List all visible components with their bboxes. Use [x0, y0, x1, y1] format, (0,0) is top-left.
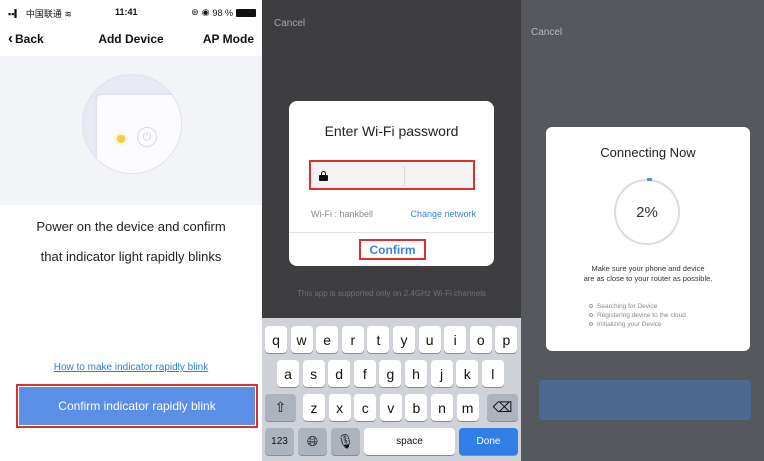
device-illustration-area: ⏻ [0, 56, 262, 205]
wifi-password-screen: Cancel Enter Wi-Fi password Wi-Fi : hank… [262, 0, 521, 461]
step-item: Initializing your Device [589, 320, 686, 329]
lock-icon [319, 171, 328, 181]
field-divider [404, 166, 405, 186]
dialog-divider [289, 232, 494, 233]
connecting-card: Connecting Now 2% Make sure your phone a… [546, 127, 750, 351]
status-right: ⊛ ◉ 98 % [191, 7, 256, 18]
step-label: Searching for Device [597, 303, 658, 310]
globe-icon[interactable]: 🌐︎ [298, 428, 327, 455]
support-note: This app is supported only on 2.4GHz Wi-… [297, 289, 486, 298]
dialog-title: Enter Wi-Fi password [324, 123, 459, 139]
message-line-1: Make sure your phone and device [591, 264, 705, 273]
key-d[interactable]: d [328, 360, 351, 387]
key-u[interactable]: u [418, 326, 441, 353]
key-o[interactable]: o [469, 326, 492, 353]
ap-mode-button[interactable]: AP Mode [203, 32, 254, 46]
backspace-key[interactable]: ⌫ [487, 394, 518, 421]
key-w[interactable]: w [290, 326, 313, 353]
progress-percent: 2% [636, 203, 658, 221]
key-g[interactable]: g [379, 360, 402, 387]
key-j[interactable]: j [430, 360, 453, 387]
instruction-line-1: Power on the device and confirm [36, 219, 226, 234]
step-bullet-icon [589, 313, 593, 318]
step-label: Initializing your Device [597, 321, 662, 328]
key-i[interactable]: i [444, 326, 467, 353]
keyboard-row-1: qwertyuiop [262, 326, 521, 353]
keyboard-row-2: asdfghjkl [262, 360, 521, 387]
keyboard: qwertyuiop asdfghjkl ⇧ ⌫ zxcvbnm 123 🌐︎ … [262, 318, 521, 461]
step-label: Registering device to the cloud [597, 312, 686, 319]
step-item: Searching for Device [589, 302, 686, 311]
wifi-name: Wi-Fi : hankbell [311, 209, 374, 219]
done-key[interactable]: Done [459, 428, 518, 455]
proximity-message: Make sure your phone and device are as c… [546, 264, 750, 284]
step-item: Registering device to the cloud [589, 311, 686, 320]
key-m[interactable]: m [456, 394, 479, 421]
power-icon: ⏻ [137, 127, 157, 147]
key-y[interactable]: y [393, 326, 415, 353]
connecting-title: Connecting Now [600, 145, 696, 160]
indicator-light-icon [117, 135, 125, 143]
key-h[interactable]: h [405, 360, 427, 387]
key-b[interactable]: b [405, 394, 428, 421]
wifi-icon: ≋ [64, 9, 72, 19]
key-l[interactable]: l [481, 360, 504, 387]
battery-icon [236, 8, 256, 17]
wifi-password-dialog: Enter Wi-Fi password Wi-Fi : hankbell Ch… [289, 101, 494, 266]
key-p[interactable]: p [495, 326, 518, 353]
key-f[interactable]: f [353, 360, 376, 387]
numbers-key[interactable]: 123 [265, 428, 294, 455]
confirm-button[interactable]: Confirm [359, 239, 426, 260]
help-link[interactable]: How to make indicator rapidly blink [0, 362, 262, 373]
key-k[interactable]: k [456, 360, 479, 387]
cancel-button[interactable]: Cancel [531, 27, 562, 38]
status-bar: ▪▪▎ 中国联通 ≋ 11:41 ⊛ ◉ 98 % [0, 4, 262, 20]
key-q[interactable]: q [265, 326, 287, 353]
step-bullet-icon [589, 322, 593, 327]
key-e[interactable]: e [316, 326, 339, 353]
keyboard-row-4: 123 🌐︎ 🎙︎ space Done [262, 428, 521, 455]
key-x[interactable]: x [328, 394, 351, 421]
instruction-line-2: that indicator light rapidly blinks [40, 249, 222, 264]
battery-label: 98 % [212, 7, 233, 18]
shift-key[interactable]: ⇧ [265, 394, 296, 421]
background-button-blurred [539, 380, 751, 420]
key-t[interactable]: t [367, 326, 390, 353]
status-time: 11:41 [115, 7, 138, 17]
key-z[interactable]: z [303, 394, 325, 421]
lock-rotation-icon: ⊛ [191, 7, 199, 17]
key-v[interactable]: v [379, 394, 402, 421]
alarm-icon: ◉ [201, 7, 210, 17]
nav-bar: ‹ Back Add Device AP Mode [0, 28, 262, 52]
key-c[interactable]: c [354, 394, 377, 421]
progress-ring: 2% [614, 178, 680, 245]
signal-carrier: ▪▪▎ 中国联通 ≋ [8, 9, 72, 19]
confirm-blink-button[interactable]: Confirm indicator rapidly blink [19, 387, 255, 425]
device-illustration: ⏻ [82, 74, 182, 174]
key-r[interactable]: r [341, 326, 364, 353]
keyboard-row-3: ⇧ ⌫ zxcvbnm [262, 394, 521, 421]
key-n[interactable]: n [431, 394, 453, 421]
microphone-icon[interactable]: 🎙︎ [331, 428, 360, 455]
device-body: ⏻ [97, 95, 181, 173]
connection-steps: Searching for Device Registering device … [589, 302, 686, 329]
cancel-button[interactable]: Cancel [274, 18, 305, 29]
connecting-screen: Cancel Connecting Now 2% Make sure your … [521, 0, 764, 461]
change-network-link[interactable]: Change network [410, 209, 476, 219]
password-input[interactable] [309, 160, 475, 190]
add-device-screen: ▪▪▎ 中国联通 ≋ 11:41 ⊛ ◉ 98 % ‹ Back Add Dev… [0, 0, 262, 461]
space-key[interactable]: space [364, 428, 455, 455]
carrier-label: 中国联通 [25, 9, 62, 19]
message-line-2: are as close to your router as possible. [583, 274, 713, 283]
step-bullet-icon [589, 304, 593, 309]
key-s[interactable]: s [302, 360, 325, 387]
key-a[interactable]: a [277, 360, 299, 387]
